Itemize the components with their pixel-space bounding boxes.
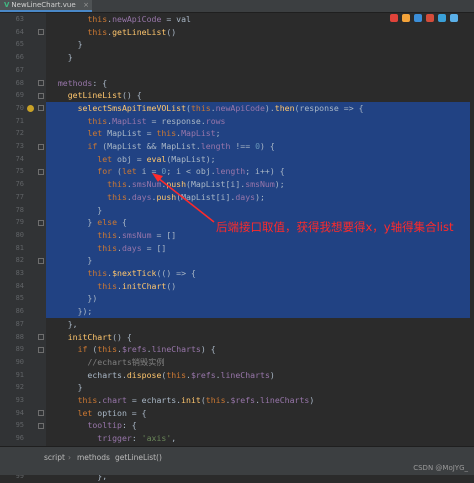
breadcrumb-getlinelist[interactable]: getLineList() (115, 453, 162, 462)
breadcrumb-separator: › (106, 453, 109, 462)
breadcrumb-bar: script › methods › getLineList() CSDN @M… (0, 446, 474, 475)
breadcrumb-script[interactable]: script (44, 453, 65, 462)
breadcrumb-separator: › (68, 453, 71, 462)
annotation-arrow (152, 173, 215, 223)
breadcrumb-methods[interactable]: methods (77, 453, 110, 462)
watermark: CSDN @MoJYG_ (413, 464, 468, 472)
